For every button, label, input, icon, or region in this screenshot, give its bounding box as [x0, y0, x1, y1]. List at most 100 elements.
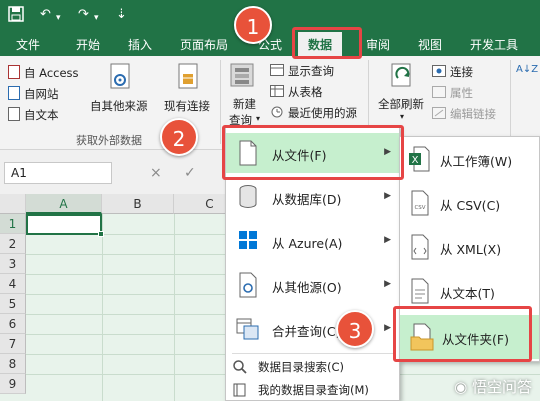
- other-sources-button[interactable]: 自其他来源: [90, 98, 148, 114]
- customize-icon[interactable]: ⇣: [116, 6, 127, 24]
- csv-file-icon: CSV: [410, 190, 430, 219]
- select-all-corner[interactable]: [0, 194, 26, 214]
- tab-view[interactable]: 视图: [418, 36, 442, 53]
- row-header-9[interactable]: 9: [0, 374, 26, 394]
- submenu-arrow-icon: ▶: [384, 235, 391, 245]
- name-box[interactable]: A1: [4, 162, 112, 184]
- annotation-box-from-folder: [393, 306, 532, 362]
- menu-item-from-workbook[interactable]: X 从工作簿(W): [400, 139, 539, 179]
- menu-item-from-azure[interactable]: 从 Azure(A) ▶: [226, 221, 399, 261]
- grid-line: [174, 214, 175, 401]
- tab-insert[interactable]: 插入: [128, 36, 152, 53]
- ribbon-tabs: 文件 开始 插入 页面布局 公式 数据 审阅 视图 开发工具: [0, 30, 540, 56]
- row-header-3[interactable]: 3: [0, 254, 26, 274]
- combine-queries-icon: [236, 317, 260, 344]
- edit-links-button[interactable]: 编辑链接: [450, 106, 496, 122]
- annotation-box-data-tab: [292, 27, 362, 59]
- row-header-6[interactable]: 6: [0, 314, 26, 334]
- connections-button[interactable]: 连接: [450, 64, 473, 80]
- watermark-logo-icon: ◉: [454, 378, 468, 396]
- redo-dropdown-icon[interactable]: ▾: [94, 9, 99, 27]
- ribbon-separator: [510, 60, 511, 144]
- show-queries-button[interactable]: 显示查询: [288, 63, 334, 79]
- menu-item-from-database[interactable]: 从数据库(D) ▶: [226, 177, 399, 217]
- enter-icon[interactable]: ✓: [184, 165, 196, 181]
- menu-item-label: 从其他源(O): [272, 280, 342, 295]
- step-badge-3: 3: [336, 310, 374, 348]
- menu-item-label: 从 CSV(C): [440, 198, 501, 213]
- new-query-label-1[interactable]: 新建: [233, 96, 256, 112]
- active-cell-a1[interactable]: [26, 214, 102, 235]
- menu-item-data-catalog-search[interactable]: 数据目录搜索(C): [226, 356, 399, 378]
- menu-separator: [232, 353, 394, 354]
- grid-line: [102, 214, 103, 401]
- catalog-book-icon: [232, 382, 248, 401]
- menu-item-from-other-sources[interactable]: 从其他源(O) ▶: [226, 265, 399, 305]
- from-access-button[interactable]: 自 Access: [24, 65, 79, 81]
- menu-item-my-data-catalog-queries[interactable]: 我的数据目录查询(M): [226, 379, 399, 401]
- column-header-a[interactable]: A: [26, 194, 102, 214]
- refresh-all-button[interactable]: 全部刷新: [378, 96, 424, 112]
- new-query-icon: [228, 60, 258, 95]
- edit-links-icon: [432, 107, 446, 122]
- menu-item-label: 从 XML(X): [440, 242, 502, 257]
- watermark: ◉ 悟空问答: [454, 376, 532, 397]
- recent-sources-button[interactable]: 最近使用的源: [288, 105, 357, 121]
- row-header-4[interactable]: 4: [0, 274, 26, 294]
- text-file-icon: [8, 107, 20, 121]
- row-header-1[interactable]: 1: [0, 214, 26, 234]
- tab-home[interactable]: 开始: [76, 36, 100, 53]
- get-external-data-group-label: 获取外部数据: [76, 134, 142, 147]
- existing-connections-icon: [176, 62, 202, 99]
- tab-file[interactable]: 文件: [16, 36, 40, 53]
- web-icon: [8, 86, 20, 100]
- row-header-7[interactable]: 7: [0, 334, 26, 354]
- menu-item-from-text[interactable]: 从文本(T): [400, 271, 539, 311]
- redo-icon[interactable]: ↷: [78, 6, 89, 24]
- menu-item-label: 我的数据目录查询(M): [258, 383, 369, 397]
- refresh-dropdown-icon[interactable]: ▾: [400, 112, 404, 121]
- sort-az-button[interactable]: A↓Z: [516, 64, 538, 76]
- row-header-8[interactable]: 8: [0, 354, 26, 374]
- from-table-button[interactable]: 从表格: [288, 84, 323, 100]
- azure-windows-icon: [238, 230, 258, 253]
- svg-text:X: X: [412, 155, 419, 166]
- search-icon: [232, 359, 248, 378]
- step-badge-1: 1: [234, 6, 272, 44]
- menu-item-label: 从文本(T): [440, 286, 495, 301]
- step-badge-2: 2: [160, 118, 198, 156]
- text-file-icon: [410, 278, 430, 307]
- save-icon[interactable]: [8, 6, 24, 28]
- refresh-all-icon: [388, 60, 418, 95]
- submenu-arrow-icon: ▶: [384, 323, 391, 333]
- column-header-b[interactable]: B: [102, 194, 174, 214]
- other-sources-icon: [108, 62, 134, 99]
- row-header-5[interactable]: 5: [0, 294, 26, 314]
- access-icon: [8, 65, 20, 79]
- menu-item-label: 数据目录搜索(C): [258, 360, 345, 374]
- undo-dropdown-icon[interactable]: ▾: [56, 9, 61, 27]
- svg-text:CSV: CSV: [414, 205, 425, 211]
- fill-handle[interactable]: [98, 231, 104, 237]
- menu-item-label: 合并查询(C): [272, 324, 341, 339]
- properties-icon: [432, 86, 446, 101]
- tab-review[interactable]: 审阅: [366, 36, 390, 53]
- row-header-2[interactable]: 2: [0, 234, 26, 254]
- tab-developer[interactable]: 开发工具: [470, 36, 518, 53]
- menu-item-label: 从 Azure(A): [272, 236, 343, 251]
- menu-item-from-csv[interactable]: CSV 从 CSV(C): [400, 183, 539, 223]
- ribbon-separator: [220, 60, 221, 144]
- other-sources-icon: [238, 272, 258, 301]
- cancel-icon[interactable]: ×: [150, 165, 162, 181]
- connections-icon: [432, 65, 446, 80]
- from-web-button[interactable]: 自网站: [24, 86, 59, 102]
- menu-item-from-xml[interactable]: 从 XML(X): [400, 227, 539, 267]
- undo-icon[interactable]: ↶: [40, 6, 51, 24]
- menu-item-label: 从工作簿(W): [440, 154, 513, 169]
- properties-button[interactable]: 属性: [450, 85, 473, 101]
- excel-workbook-icon: X: [408, 146, 430, 175]
- new-query-dropdown-icon[interactable]: ▾: [256, 114, 260, 123]
- existing-connections-button[interactable]: 现有连接: [164, 98, 210, 114]
- tab-page-layout[interactable]: 页面布局: [180, 36, 228, 53]
- from-text-button[interactable]: 自文本: [24, 107, 59, 123]
